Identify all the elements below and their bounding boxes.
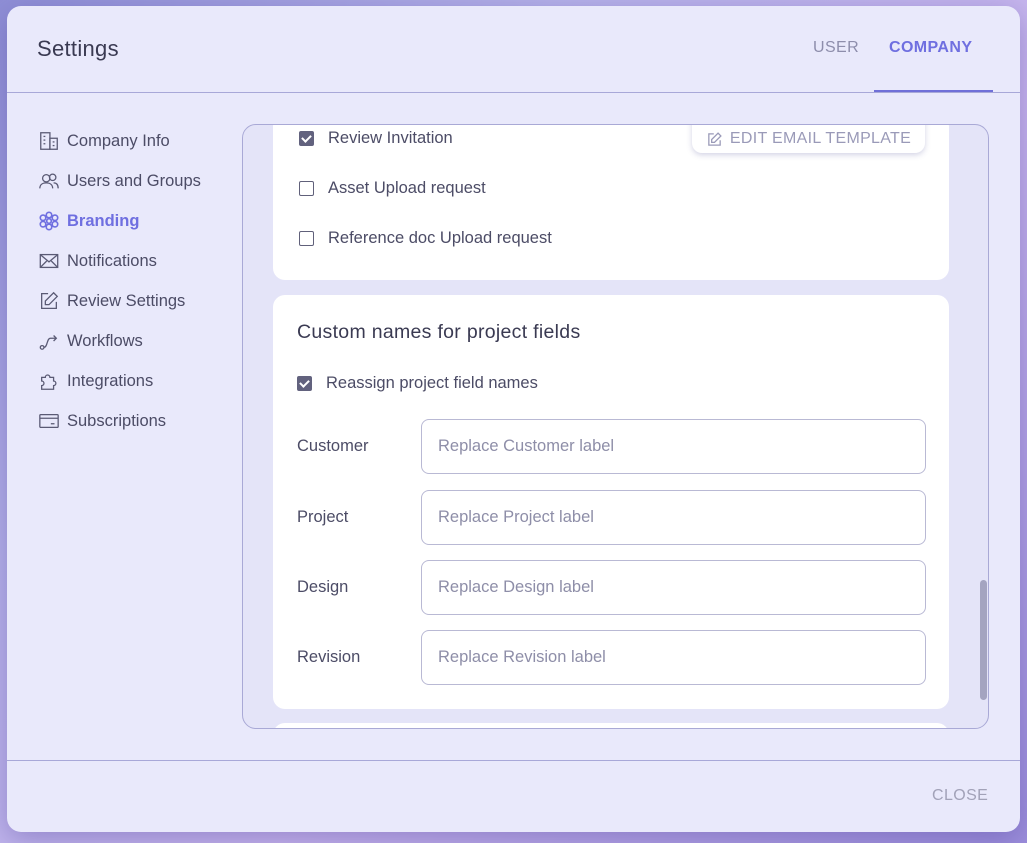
design-label: Design — [297, 578, 349, 596]
review-invitation-checkbox[interactable] — [299, 131, 314, 146]
settings-content-scroll[interactable]: Review Invitation Asset Upload request R… — [242, 124, 989, 729]
flower-icon — [37, 209, 61, 233]
edit-email-template-label: EDIT EMAIL TEMPLATE — [729, 130, 912, 147]
asset-upload-checkbox[interactable] — [299, 181, 314, 196]
next-card-partial — [273, 723, 949, 728]
customer-label: Customer — [297, 437, 369, 455]
sidebar-item-label: Subscriptions — [67, 411, 167, 430]
edit-icon — [708, 131, 722, 146]
workflow-icon — [37, 329, 61, 353]
puzzle-icon — [37, 369, 61, 393]
sidebar-item-company-info[interactable]: Company Info — [37, 121, 237, 161]
revision-input[interactable] — [421, 630, 926, 685]
sidebar-item-label: Workflows — [67, 331, 143, 350]
checkbox-row-review-invitation: Review Invitation — [299, 129, 453, 148]
revision-label: Revision — [297, 648, 361, 666]
checkbox-label: Review Invitation — [328, 129, 453, 147]
sidebar-item-label: Integrations — [67, 371, 154, 390]
checkbox-row-asset-upload: Asset Upload request — [299, 179, 486, 198]
content-scrollbar[interactable] — [980, 580, 987, 700]
sidebar: Company Info Users and Groups Branding N… — [37, 121, 237, 441]
checkbox-label: Reassign project field names — [326, 374, 538, 392]
reference-doc-upload-checkbox[interactable] — [299, 231, 314, 246]
project-input[interactable] — [421, 490, 926, 545]
envelope-icon — [37, 249, 61, 273]
sidebar-item-integrations[interactable]: Integrations — [37, 361, 237, 401]
customer-input[interactable] — [421, 419, 926, 474]
edit-icon — [37, 289, 61, 313]
sidebar-item-label: Notifications — [67, 251, 157, 270]
custom-names-card: Custom names for project fields Reassign… — [273, 295, 949, 709]
checkbox-row-reassign: Reassign project field names — [297, 374, 538, 393]
sidebar-item-label: Review Settings — [67, 291, 186, 310]
building-icon — [37, 129, 61, 153]
users-icon — [37, 169, 61, 193]
design-input[interactable] — [421, 560, 926, 615]
sidebar-item-notifications[interactable]: Notifications — [37, 241, 237, 281]
sidebar-item-workflows[interactable]: Workflows — [37, 321, 237, 361]
sidebar-item-review-settings[interactable]: Review Settings — [37, 281, 237, 321]
checkbox-row-reference-doc-upload: Reference doc Upload request — [299, 229, 552, 248]
sidebar-item-branding[interactable]: Branding — [37, 201, 237, 241]
page-title: Settings — [37, 36, 119, 61]
active-tab-indicator — [874, 90, 993, 92]
edit-email-template-button[interactable]: EDIT EMAIL TEMPLATE — [692, 125, 925, 153]
sidebar-item-subscriptions[interactable]: Subscriptions — [37, 401, 237, 441]
tab-company[interactable]: COMPANY — [889, 39, 972, 57]
checkbox-label: Asset Upload request — [328, 179, 486, 197]
sidebar-item-label: Branding — [67, 211, 140, 230]
sidebar-item-users-and-groups[interactable]: Users and Groups — [37, 161, 237, 201]
section-title: Custom names for project fields — [297, 321, 581, 343]
card-icon — [37, 409, 61, 433]
reassign-field-names-checkbox[interactable] — [297, 376, 312, 391]
project-label: Project — [297, 508, 349, 526]
sidebar-item-label: Users and Groups — [67, 171, 201, 190]
tab-user[interactable]: USER — [813, 39, 859, 57]
sidebar-item-label: Company Info — [67, 131, 170, 150]
checkbox-label: Reference doc Upload request — [328, 229, 552, 247]
settings-modal: Settings USER COMPANY Company Info Users… — [7, 6, 1020, 832]
notifications-card: Review Invitation Asset Upload request R… — [273, 125, 949, 280]
modal-header: Settings USER COMPANY — [7, 6, 1020, 93]
modal-footer: CLOSE — [7, 760, 1020, 832]
close-button[interactable]: CLOSE — [932, 787, 988, 805]
